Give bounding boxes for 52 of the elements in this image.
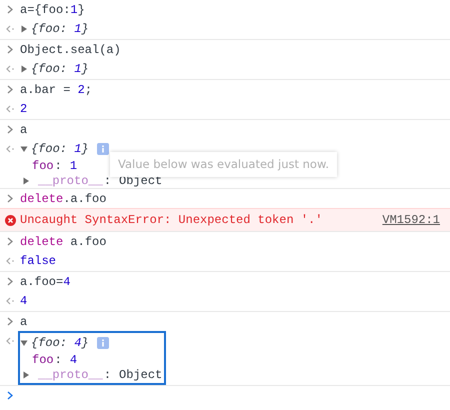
input-code: a.foo=4 xyxy=(20,274,70,290)
property-value: 1 xyxy=(70,158,78,174)
result-arrow-icon xyxy=(5,297,15,305)
property-key: foo xyxy=(32,156,54,174)
object-preview[interactable]: {foo: 4} xyxy=(31,334,89,352)
property-key: __proto__ xyxy=(38,366,103,384)
prompt-icon xyxy=(7,45,13,54)
input-code: a.bar = 2; xyxy=(20,82,92,98)
collapsed-triangle-icon[interactable] xyxy=(22,370,30,378)
result-arrow-icon xyxy=(5,105,15,113)
object-preview[interactable]: {foo: 1} xyxy=(31,140,89,158)
result-arrow-icon xyxy=(5,257,15,265)
prompt-icon xyxy=(7,125,13,134)
expanded-triangle-icon[interactable] xyxy=(20,338,28,346)
collapsed-triangle-icon[interactable] xyxy=(22,176,30,184)
input-code: a xyxy=(20,122,28,138)
result-value: 4 xyxy=(20,293,28,310)
result-value: false xyxy=(20,253,56,270)
result-arrow-icon xyxy=(5,337,15,345)
expanded-triangle-icon[interactable] xyxy=(20,144,28,152)
collapsed-triangle-icon[interactable] xyxy=(20,24,28,32)
input-code: a={foo:1} xyxy=(20,2,85,18)
prompt-icon xyxy=(7,194,13,203)
colon: : xyxy=(104,172,112,190)
object-preview[interactable]: {foo: 1} xyxy=(31,60,89,78)
error-message: Uncaught SyntaxError: Unexpected token '.' xyxy=(20,212,324,229)
prompt-icon xyxy=(7,85,13,94)
property-key: foo xyxy=(32,350,54,368)
prompt-icon xyxy=(7,237,13,246)
property-value: 4 xyxy=(70,352,78,368)
result-arrow-icon xyxy=(5,25,15,33)
source-link[interactable]: VM1592:1 xyxy=(382,211,440,229)
input-code: Object.seal(a) xyxy=(20,42,121,58)
error-icon xyxy=(4,214,16,226)
input-code: delete a.foo xyxy=(20,234,106,250)
result-arrow-icon xyxy=(5,65,15,73)
prompt-icon xyxy=(7,5,13,14)
input-code: delete.a.foo xyxy=(20,190,106,208)
input-code: a xyxy=(20,314,28,330)
colon: : xyxy=(104,366,112,384)
object-preview[interactable]: {foo: 1} xyxy=(31,20,89,38)
result-value: 2 xyxy=(20,101,28,118)
prompt-icon xyxy=(7,277,13,286)
prompt-icon xyxy=(7,390,13,400)
colon: : xyxy=(54,158,62,174)
property-value: Object xyxy=(119,366,162,384)
result-arrow-icon xyxy=(5,145,15,153)
colon: : xyxy=(54,352,62,368)
tooltip: Value below was evaluated just now. xyxy=(110,152,337,178)
prompt-icon xyxy=(7,317,13,326)
collapsed-triangle-icon[interactable] xyxy=(20,64,28,72)
property-key: __proto__ xyxy=(38,172,103,190)
